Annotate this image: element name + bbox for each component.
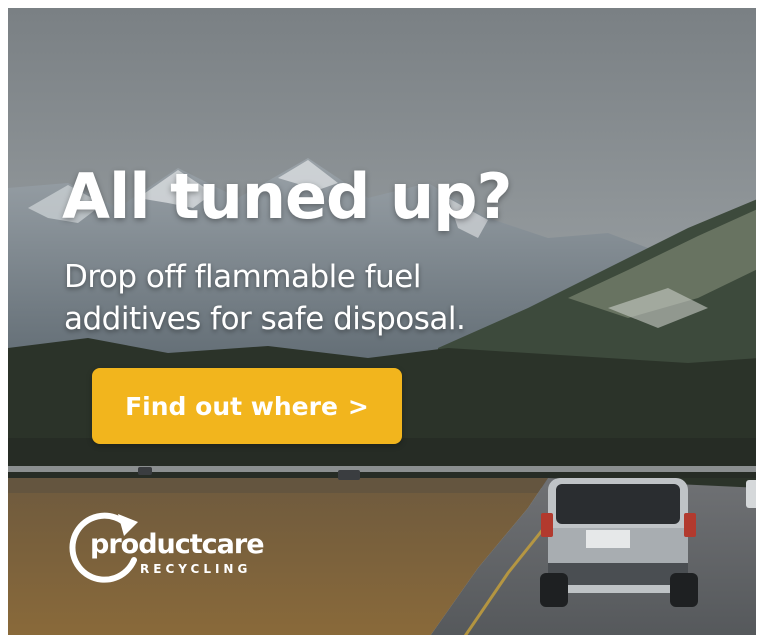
cta-label: Find out where bbox=[125, 391, 338, 421]
productcare-logo[interactable]: productcare RECYCLING bbox=[68, 508, 308, 588]
subheadline-line-2: additives for safe disposal. bbox=[64, 301, 466, 337]
ad-banner[interactable]: All tuned up? Drop off flammable fuel ad… bbox=[0, 0, 760, 639]
chevron-right-icon: > bbox=[347, 391, 369, 421]
subheadline: Drop off flammable fuel additives for sa… bbox=[64, 256, 466, 340]
logo-wordmark: productcare bbox=[90, 529, 265, 560]
logo-subtext: RECYCLING bbox=[140, 562, 252, 576]
find-out-where-button[interactable]: Find out where > bbox=[92, 368, 402, 444]
subheadline-line-1: Drop off flammable fuel bbox=[64, 259, 421, 295]
headline: All tuned up? bbox=[62, 160, 512, 233]
